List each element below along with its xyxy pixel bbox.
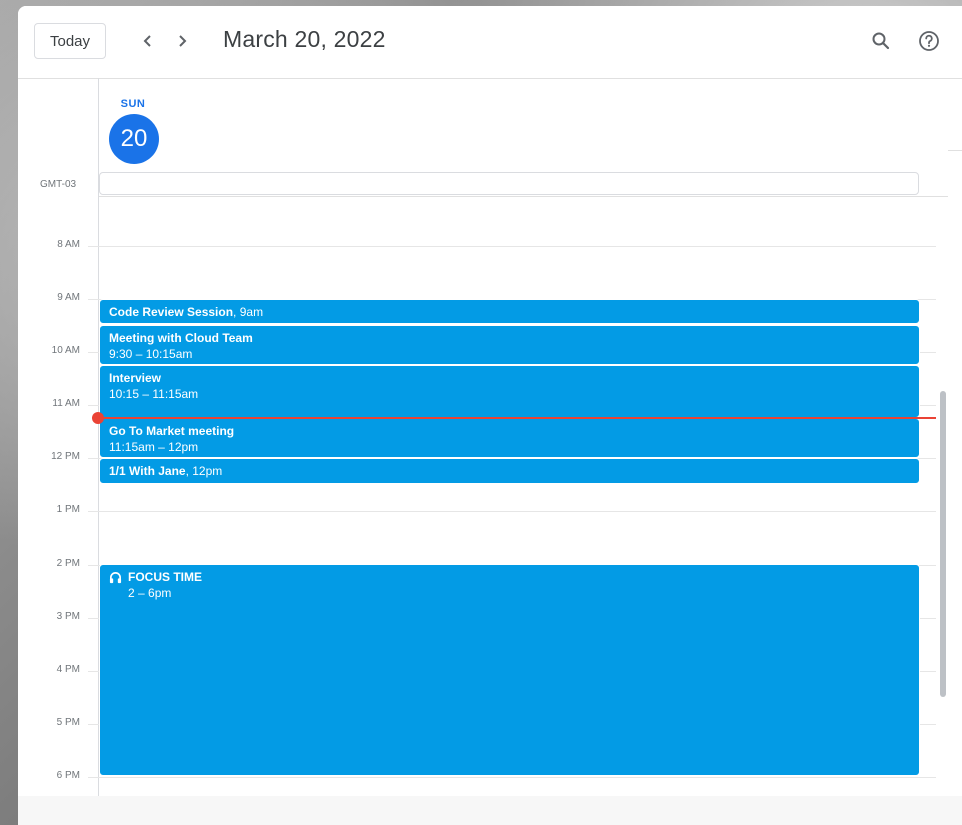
hour-label: 2 PM [56, 558, 80, 569]
today-button[interactable]: Today [34, 23, 106, 59]
chevron-left-icon [143, 35, 151, 47]
event-title: Go To Market meeting [109, 424, 235, 438]
chevron-right-icon [179, 35, 187, 47]
event-time: , 12pm [185, 464, 223, 478]
event-focus-time[interactable]: FOCUS TIME 2 – 6pm [99, 564, 920, 776]
calendar-window: Today March 20, 2022 SUN 20 GMT-03 8 AM … [18, 6, 962, 825]
event-go-to-market-meeting[interactable]: Go To Market meeting 11:15am – 12pm [99, 418, 920, 458]
search-button[interactable] [866, 26, 896, 56]
event-title: 1/1 With Jane [109, 464, 186, 478]
current-time-dot [92, 412, 104, 424]
hour-label: 5 PM [56, 717, 80, 728]
event-time: 9:30 – 10:15am [109, 347, 193, 361]
date-title: March 20, 2022 [223, 26, 386, 52]
bottom-bar [18, 796, 962, 825]
timezone-label: GMT-03 [40, 179, 77, 190]
event-title: FOCUS TIME [128, 570, 202, 584]
headphones-icon [109, 571, 122, 583]
help-icon [919, 31, 939, 51]
hour-label: 1 PM [56, 504, 80, 515]
event-title: Meeting with Cloud Team [109, 331, 253, 345]
event-meeting-with-cloud-team[interactable]: Meeting with Cloud Team 9:30 – 10:15am [99, 325, 920, 365]
search-icon [872, 32, 890, 50]
hour-label: 3 PM [56, 611, 80, 622]
hour-gridline [88, 511, 936, 512]
header-divider-right [948, 150, 962, 151]
hour-label: 9 AM [57, 292, 80, 303]
day-number-button[interactable]: 20 [109, 114, 159, 164]
all-day-events-area[interactable] [99, 172, 919, 195]
hour-gridline [88, 777, 936, 778]
event-time: 2 – 6pm [128, 586, 172, 600]
focus-time-header: FOCUS TIME [109, 569, 910, 585]
next-day-button[interactable] [168, 27, 196, 55]
event-time: 11:15am – 12pm [109, 440, 199, 454]
event-time: 10:15 – 11:15am [109, 387, 199, 401]
event-time: , 9am [233, 305, 264, 319]
help-button[interactable] [914, 26, 944, 56]
event-title: Code Review Session [109, 305, 234, 319]
hour-label: 6 PM [56, 770, 80, 781]
event-one-on-one-with-jane[interactable]: 1/1 With Jane, 12pm [99, 458, 920, 484]
current-time-line [98, 417, 936, 419]
scrollbar-thumb[interactable] [940, 391, 946, 697]
hour-label: 8 AM [57, 239, 80, 250]
previous-day-button[interactable] [134, 27, 162, 55]
hour-label: 12 PM [51, 451, 80, 462]
hour-label: 11 AM [52, 398, 80, 409]
day-of-week-label: SUN [120, 98, 146, 110]
event-code-review-session[interactable]: Code Review Session, 9am [99, 299, 920, 324]
hour-label: 4 PM [56, 664, 80, 675]
calendar-header: Today March 20, 2022 [18, 6, 962, 79]
event-interview[interactable]: Interview 10:15 – 11:15am [99, 365, 920, 418]
event-title: Interview [109, 371, 162, 385]
header-divider [98, 196, 948, 197]
hour-gridline [88, 246, 936, 247]
hour-label: 10 AM [51, 345, 80, 356]
